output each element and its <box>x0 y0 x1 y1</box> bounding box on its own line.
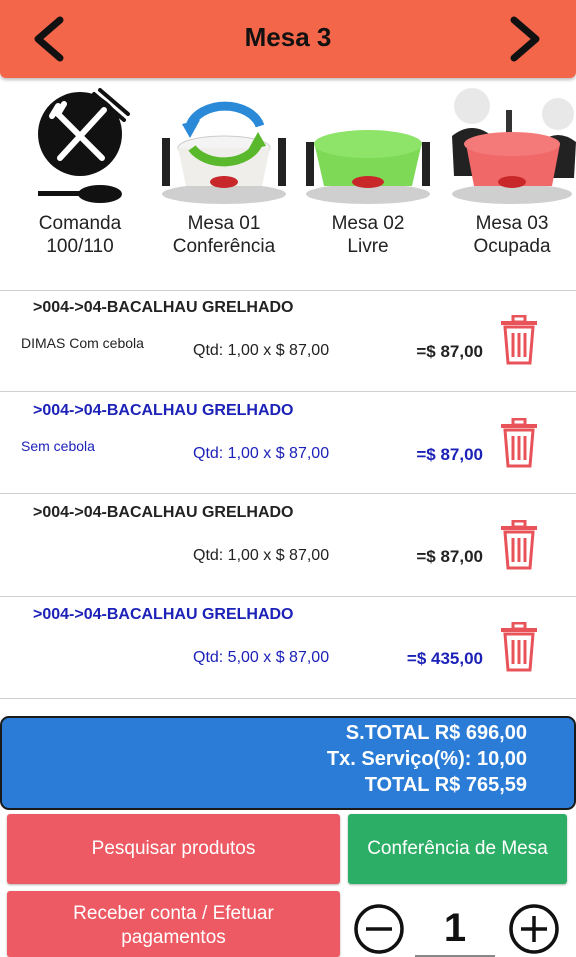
page-title: Mesa 3 <box>244 22 332 52</box>
table-conference-button[interactable]: Conferência de Mesa <box>348 814 567 884</box>
item-quantity: Qtd: 1,00 x $ 87,00 <box>193 547 330 564</box>
no-cutlery-icon <box>38 88 130 203</box>
order-item[interactable]: >004->04-BACALHAU GRELHADO DIMAS Com ceb… <box>0 289 576 391</box>
tile-label-line1: Mesa 03 <box>475 213 549 234</box>
tile-mesa-01[interactable]: Mesa 01 Conferência <box>152 80 296 290</box>
chevron-right-icon <box>510 16 540 62</box>
tile-label-line2: Conferência <box>172 236 276 257</box>
item-total: =$ 87,00 <box>416 445 483 464</box>
trash-icon[interactable] <box>498 622 540 672</box>
tile-label-line2: Livre <box>347 236 389 257</box>
tile-label-line2: Ocupada <box>473 236 551 257</box>
service-fee-text: Tx. Serviço(%): 10,00 <box>326 748 527 770</box>
item-quantity: Qtd: 1,00 x $ 87,00 <box>193 342 330 359</box>
tile-comanda[interactable]: Comanda 100/110 <box>8 80 152 290</box>
tile-label-line1: Mesa 02 <box>331 213 405 234</box>
item-total: =$ 435,00 <box>406 649 483 668</box>
item-observation: Sem cebola <box>21 438 95 454</box>
tile-label-line1: Mesa 01 <box>187 213 261 234</box>
tile-label-line1: Comanda <box>38 213 122 234</box>
table-selector: Comanda 100/110 Mesa 01 Conferência Mesa… <box>0 80 576 290</box>
item-quantity: Qtd: 1,00 x $ 87,00 <box>193 445 330 462</box>
table-occupied-icon <box>452 88 576 204</box>
item-total: =$ 87,00 <box>416 342 483 361</box>
item-quantity: Qtd: 5,00 x $ 87,00 <box>193 649 330 666</box>
totals-panel: S.TOTAL R$ 696,00 Tx. Serviço(%): 10,00 … <box>0 716 576 810</box>
order-item[interactable]: >004->04-BACALHAU GRELHADO Sem cebola Qt… <box>0 392 576 494</box>
total-text: TOTAL R$ 765,59 <box>364 774 527 796</box>
button-label-line1: Receber conta / Efetuar <box>73 903 274 924</box>
plus-icon[interactable] <box>508 903 560 955</box>
button-label-line2: pagamentos <box>121 927 226 948</box>
item-observation: DIMAS Com cebola <box>21 335 144 351</box>
item-name: >004->04-BACALHAU GRELHADO <box>33 299 294 316</box>
order-item[interactable]: >004->04-BACALHAU GRELHADO Qtd: 5,00 x $… <box>0 596 576 698</box>
tile-mesa-02[interactable]: Mesa 02 Livre <box>296 80 440 290</box>
item-name: >004->04-BACALHAU GRELHADO <box>33 606 294 623</box>
trash-icon[interactable] <box>498 418 540 468</box>
trash-icon[interactable] <box>498 520 540 570</box>
tile-mesa-03[interactable]: Mesa 03 Ocupada <box>440 80 576 290</box>
item-name: >004->04-BACALHAU GRELHADO <box>33 402 294 419</box>
receive-payment-button[interactable]: Receber conta / Efetuar pagamentos <box>7 891 340 957</box>
subtotal-text: S.TOTAL R$ 696,00 <box>345 722 527 744</box>
table-free-icon <box>306 130 430 204</box>
trash-icon[interactable] <box>498 315 540 365</box>
tile-label-line2: 100/110 <box>46 236 114 257</box>
search-products-button[interactable]: Pesquisar produtos <box>7 814 340 884</box>
item-name: >004->04-BACALHAU GRELHADO <box>33 504 294 521</box>
top-bar: Mesa 3 <box>0 0 576 78</box>
divider <box>0 698 576 699</box>
order-item[interactable]: >004->04-BACALHAU GRELHADO Qtd: 1,00 x $… <box>0 494 576 596</box>
item-total: =$ 87,00 <box>416 547 483 566</box>
next-table-button[interactable] <box>500 14 548 64</box>
quantity-field[interactable]: 1 <box>415 900 495 957</box>
table-refresh-icon <box>162 101 286 204</box>
minus-icon[interactable] <box>353 903 405 955</box>
